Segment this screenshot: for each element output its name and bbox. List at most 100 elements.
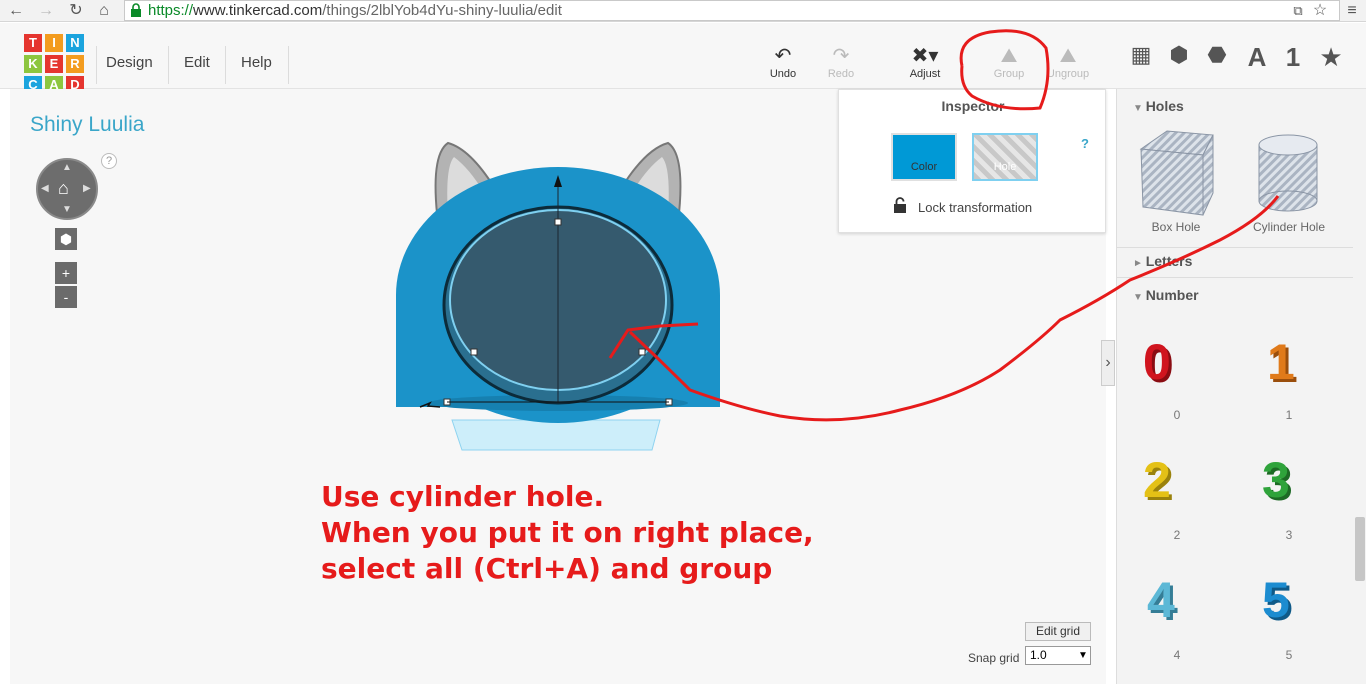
shapes-tab-icon[interactable]: ⬢ bbox=[1162, 42, 1196, 68]
snap-grid-label: Snap grid bbox=[968, 651, 1020, 665]
orbit-left-icon[interactable]: ◀ bbox=[41, 183, 49, 194]
ortho-view-cube-icon[interactable]: ⬢ bbox=[55, 228, 77, 250]
reload-icon[interactable]: ↻ bbox=[66, 1, 86, 21]
menu-divider bbox=[225, 46, 226, 84]
grid-tab-icon[interactable]: ▦ bbox=[1124, 42, 1158, 68]
number-5-shape[interactable]: 5 bbox=[1262, 571, 1290, 629]
color-swatch-label: Color bbox=[910, 161, 938, 173]
number-0-shape[interactable]: 0 bbox=[1143, 333, 1171, 391]
redo-label: Redo bbox=[827, 68, 855, 80]
undo-button[interactable]: ↶ Undo bbox=[762, 44, 804, 80]
menu-divider bbox=[168, 46, 169, 84]
holes-section-header[interactable]: ▼ Holes bbox=[1133, 98, 1184, 114]
collapse-panel-toggle-icon[interactable]: › bbox=[1101, 340, 1115, 386]
number-5-label: 5 bbox=[1285, 648, 1293, 662]
cylinder-hole-shape[interactable] bbox=[1257, 133, 1321, 213]
orbit-up-icon[interactable]: ▲ bbox=[62, 162, 72, 173]
group-button[interactable]: ⛰ Group bbox=[986, 44, 1032, 80]
snap-grid-value: 1.0 bbox=[1030, 648, 1047, 662]
edit-grid-button[interactable]: Edit grid bbox=[1025, 622, 1091, 641]
zoom-out-button[interactable]: - bbox=[55, 286, 77, 308]
ungroup-icon: ⛰ bbox=[1059, 45, 1077, 67]
lock-transformation-label[interactable]: Lock transformation bbox=[918, 200, 1032, 215]
number-4-shape[interactable]: 4 bbox=[1147, 571, 1175, 629]
logo-letter: E bbox=[45, 55, 63, 73]
home-view-icon[interactable]: ⌂ bbox=[58, 178, 69, 199]
menu-design[interactable]: Design bbox=[106, 54, 153, 71]
url-scheme: https:// bbox=[148, 2, 194, 19]
geometric-tab-icon[interactable]: ⬣ bbox=[1200, 42, 1234, 68]
lock-secure-icon bbox=[130, 3, 142, 17]
annotation-line-3: select all (Ctrl+A) and group bbox=[321, 552, 773, 585]
number-0-label: 0 bbox=[1173, 408, 1181, 422]
number-3-label: 3 bbox=[1285, 528, 1293, 542]
color-swatch-button[interactable]: Color bbox=[891, 133, 957, 181]
numbers-tab[interactable]: 1 bbox=[1276, 42, 1310, 73]
number-2-shape[interactable]: 2 bbox=[1143, 451, 1171, 509]
ungroup-button[interactable]: ⛰ Ungroup bbox=[1042, 44, 1094, 80]
logo-letter: K bbox=[24, 55, 42, 73]
annotation-line-2: When you put it on right place, bbox=[321, 516, 814, 549]
snap-grid-select[interactable]: 1.0 ▼ bbox=[1025, 646, 1091, 665]
shapes-panel: ▼ Holes Box Hole Cylinder Hole ► Letters… bbox=[1116, 89, 1366, 684]
section-divider bbox=[1117, 277, 1353, 278]
number-2-label: 2 bbox=[1173, 528, 1181, 542]
letters-section-label: Letters bbox=[1145, 253, 1193, 269]
number-1-label: 1 bbox=[1285, 408, 1293, 422]
zoom-in-button[interactable]: + bbox=[55, 262, 77, 284]
browser-toolbar: ← → ↻ ⌂ https://www.tinkercad.com/things… bbox=[0, 0, 1366, 22]
hole-swatch-label: Hole bbox=[993, 161, 1017, 173]
home-icon[interactable]: ⌂ bbox=[94, 1, 114, 21]
favorites-tab[interactable]: ★ bbox=[1314, 42, 1348, 73]
back-arrow-icon[interactable]: ← bbox=[6, 1, 26, 21]
logo-letter: R bbox=[66, 55, 84, 73]
ungroup-label: Ungroup bbox=[1046, 68, 1090, 80]
forward-arrow-icon[interactable]: → bbox=[36, 1, 56, 21]
section-divider bbox=[1117, 247, 1353, 248]
adjust-tools-icon: ✖▾ bbox=[911, 45, 939, 67]
bookmark-star-icon[interactable]: ☆ bbox=[1310, 1, 1330, 21]
logo-letter: I bbox=[45, 34, 63, 52]
holes-section-label: Holes bbox=[1145, 98, 1184, 114]
navigation-help-icon[interactable]: ? bbox=[101, 153, 117, 169]
group-icon: ⛰ bbox=[1000, 45, 1018, 67]
menu-edit[interactable]: Edit bbox=[184, 54, 210, 71]
annotation-line-1: Use cylinder hole. bbox=[321, 480, 605, 513]
number-4-label: 4 bbox=[1173, 648, 1181, 662]
cylinder-hole-label: Cylinder Hole bbox=[1252, 220, 1326, 234]
hole-swatch-button[interactable]: Hole bbox=[972, 133, 1038, 181]
letters-section-header[interactable]: ► Letters bbox=[1133, 253, 1192, 269]
adjust-button[interactable]: ✖▾ Adjust bbox=[902, 44, 948, 80]
redo-icon: ↷ bbox=[832, 45, 850, 67]
translate-icon[interactable]: ⧉ bbox=[1288, 1, 1308, 21]
logo-letter: T bbox=[24, 34, 42, 52]
chevron-down-icon: ▼ bbox=[1078, 650, 1088, 661]
inspector-panel: Inspector ? Color Hole Lock transformati… bbox=[838, 89, 1106, 233]
number-3-shape[interactable]: 3 bbox=[1262, 451, 1290, 509]
browser-menu-icon[interactable]: ≡ bbox=[1342, 1, 1362, 21]
lock-icon[interactable] bbox=[893, 197, 907, 213]
design-title[interactable]: Shiny Luulia bbox=[30, 113, 144, 137]
box-hole-shape[interactable] bbox=[1137, 127, 1217, 217]
cat-model-3d-object[interactable] bbox=[390, 135, 730, 455]
group-label: Group bbox=[993, 68, 1025, 80]
orbit-down-icon[interactable]: ▼ bbox=[62, 204, 72, 215]
view-navigation-wheel[interactable]: ⌂ ▲ ▼ ◀ ▶ bbox=[36, 158, 98, 220]
tinkercad-logo[interactable]: T I N K E R C A D bbox=[24, 34, 86, 96]
adjust-label: Adjust bbox=[909, 68, 941, 80]
url-text: https://www.tinkercad.com/things/2lblYob… bbox=[148, 2, 562, 19]
menu-help[interactable]: Help bbox=[241, 54, 272, 71]
undo-icon: ↶ bbox=[774, 45, 792, 67]
logo-letter: N bbox=[66, 34, 84, 52]
number-1-shape[interactable]: 1 bbox=[1267, 333, 1295, 391]
menu-divider bbox=[288, 46, 289, 84]
panel-scrollbar[interactable] bbox=[1355, 517, 1365, 581]
letters-tab[interactable]: A bbox=[1240, 42, 1274, 73]
number-section-label: Number bbox=[1145, 287, 1199, 303]
inspector-help-icon[interactable]: ? bbox=[1081, 136, 1089, 151]
url-path: /things/2lblYob4dYu-shiny-luulia/edit bbox=[322, 2, 562, 19]
orbit-right-icon[interactable]: ▶ bbox=[83, 183, 91, 194]
menu-divider bbox=[96, 46, 97, 84]
number-section-header[interactable]: ▼ Number bbox=[1133, 287, 1199, 303]
redo-button[interactable]: ↷ Redo bbox=[820, 44, 862, 80]
